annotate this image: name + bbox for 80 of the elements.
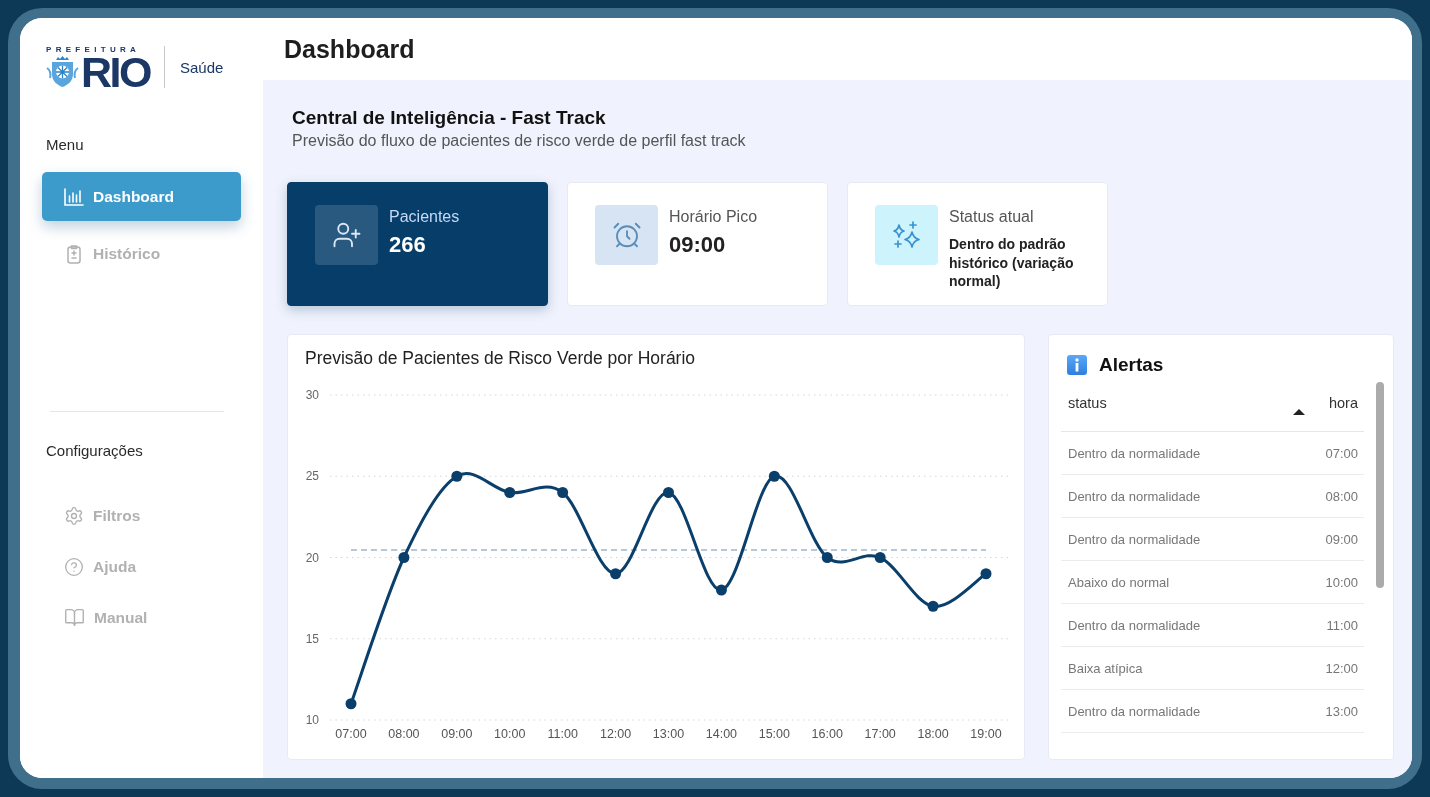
data-point [715, 584, 727, 596]
alerts-title: Alertas [1099, 354, 1164, 376]
info-icon [1067, 355, 1087, 375]
y-axis-label: 20 [305, 550, 319, 565]
y-axis-label: 25 [305, 469, 319, 484]
table-cell: 10:00 [1325, 574, 1358, 590]
table-cell: Dentro da normalidade [1068, 531, 1201, 547]
sidebar-item[interactable]: Filtros [42, 491, 241, 540]
alarm-clock-icon [595, 205, 658, 265]
table-cell: Abaixo do normal [1068, 574, 1170, 590]
x-axis-label: 10:00 [494, 727, 526, 741]
x-axis-label: 09:00 [441, 727, 473, 741]
data-point [504, 487, 516, 498]
column-header[interactable]: hora [1328, 394, 1358, 412]
book-icon [64, 607, 85, 628]
data-point [821, 552, 833, 563]
x-axis-label: 16:00 [811, 727, 843, 741]
stat-value: 09:00 [669, 231, 726, 259]
x-axis-label: 14:00 [705, 727, 738, 741]
x-axis-label: 07:00 [335, 727, 367, 741]
table-cell: 07:00 [1325, 445, 1358, 461]
section-label: Configurações [46, 442, 143, 460]
y-axis-label: 10 [305, 713, 319, 727]
table-cell: Dentro da normalidade [1068, 617, 1201, 633]
logo-wordmark: RIO [81, 56, 150, 89]
data-point [874, 552, 886, 563]
sidebar-item[interactable]: Dashboard [42, 172, 241, 221]
help-icon [64, 556, 84, 577]
crest-icon [46, 56, 79, 89]
data-point [980, 568, 992, 580]
section-title: Central de Inteligência - Fast Track [292, 106, 606, 130]
y-axis-label: 15 [305, 631, 319, 646]
sort-arrow-icon[interactable] [1292, 409, 1305, 415]
scrollbar-thumb[interactable] [1376, 382, 1384, 588]
table-cell: Baixa atípica [1068, 660, 1143, 676]
stat-label: Pacientes [389, 207, 460, 227]
table-cell: 08:00 [1325, 488, 1358, 504]
stat-label: Horário Pico [669, 207, 758, 227]
x-axis-label: 18:00 [917, 727, 949, 741]
page-title: Dashboard [284, 34, 415, 64]
clipboard-icon [64, 243, 84, 264]
chart-title: Previsão de Pacientes de Risco Verde por Horário [305, 347, 696, 369]
stat-label: Status atual [949, 207, 1034, 227]
table-cell: 12:00 [1325, 660, 1358, 676]
data-point [451, 470, 463, 482]
x-axis-label: 12:00 [599, 727, 632, 741]
sidebar-item[interactable]: Ajuda [42, 542, 241, 591]
x-axis-label: 11:00 [547, 727, 578, 741]
x-axis-label: 15:00 [758, 727, 790, 741]
sidebar-item[interactable]: Histórico [42, 229, 241, 278]
table-cell: 09:00 [1325, 531, 1358, 547]
sparkles-icon [875, 205, 938, 265]
x-axis-label: 19:00 [970, 727, 1002, 741]
table-cell: 13:00 [1325, 703, 1358, 719]
stat-value: 266 [389, 231, 426, 259]
table-cell: Dentro da normalidade [1068, 488, 1201, 504]
section-subtitle: Previsão do fluxo de pacientes de risco verde de perfil fast track [292, 131, 746, 151]
data-point [398, 552, 410, 563]
logo-caption: PREFEITURA [46, 45, 141, 55]
column-header[interactable]: status [1068, 394, 1107, 412]
x-axis-label: 17:00 [864, 727, 896, 741]
table-cell: Dentro da normalidade [1068, 445, 1201, 461]
data-point [663, 487, 674, 498]
logo-unit-label: Saúde [179, 58, 224, 76]
user-plus-icon [315, 205, 378, 265]
data-point [557, 487, 569, 498]
x-axis-label: 08:00 [388, 727, 420, 741]
sidebar-item[interactable]: Manual [42, 593, 241, 642]
bar-chart-icon [64, 187, 84, 206]
table-cell: Dentro da normalidade [1068, 703, 1201, 719]
table-cell: 11:00 [1326, 617, 1358, 633]
data-point [610, 568, 622, 580]
data-point [927, 600, 939, 612]
x-axis-label: 13:00 [652, 727, 685, 741]
y-axis-label: 30 [305, 388, 319, 402]
data-point [345, 698, 357, 710]
stat-value: Dentro do padrão histórico (variação normal) [949, 235, 1075, 291]
data-point [768, 470, 780, 482]
section-label: Menu [46, 136, 84, 154]
settings-icon [64, 505, 84, 526]
